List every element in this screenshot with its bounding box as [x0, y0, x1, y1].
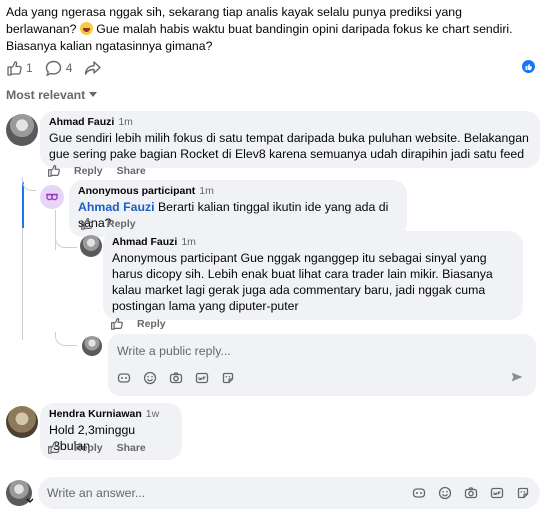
comment-author[interactable]: Ahmad Fauzi 1m	[112, 236, 514, 248]
sticker-icon[interactable]	[516, 486, 530, 500]
comment-actions: Reply	[110, 317, 166, 330]
author-name[interactable]: Anonymous participant	[78, 185, 195, 197]
thread-elbow	[55, 332, 77, 346]
share-button[interactable]: Share	[117, 442, 146, 454]
send-icon[interactable]	[510, 370, 524, 384]
avatar[interactable]	[80, 235, 102, 257]
composer-avatar	[82, 336, 102, 356]
like-icon[interactable]	[6, 60, 22, 76]
anonymous-icon	[46, 193, 58, 201]
reply-button[interactable]: Reply	[74, 442, 103, 454]
chevron-down-icon	[89, 92, 98, 97]
thread-line	[22, 182, 24, 228]
thread-elbow	[22, 177, 36, 191]
comment-author[interactable]: Anonymous participant 1m	[78, 185, 398, 197]
comment-time[interactable]: 1m	[118, 116, 133, 128]
reply-composer[interactable]: Write a public reply...	[108, 334, 536, 396]
reply-button[interactable]: Reply	[107, 218, 136, 230]
thread-elbow	[55, 236, 77, 248]
avatar-sticker-icon[interactable]	[117, 371, 131, 385]
author-name[interactable]: Hendra Kurniawan	[49, 408, 142, 420]
comment-author[interactable]: Hendra Kurniawan 1w	[49, 408, 173, 420]
thread-line	[55, 210, 56, 250]
avatar[interactable]	[6, 406, 38, 438]
avatar[interactable]	[6, 114, 38, 146]
camera-icon[interactable]	[169, 371, 183, 385]
chevron-down-icon[interactable]	[26, 498, 34, 504]
avatar-sticker-icon[interactable]	[412, 486, 426, 500]
comment-author[interactable]: Ahmad Fauzi 1m	[49, 116, 531, 128]
share-icon[interactable]	[84, 60, 102, 76]
emoji-icon[interactable]	[143, 371, 157, 385]
comment-bubble: Ahmad Fauzi 1m Anonymous participant Gue …	[103, 231, 523, 320]
like-icon[interactable]	[47, 441, 60, 454]
gif-icon[interactable]	[195, 371, 209, 385]
sort-dropdown[interactable]: Most relevant	[6, 88, 98, 102]
like-badge-icon	[522, 60, 535, 73]
author-name[interactable]: Ahmad Fauzi	[112, 236, 177, 248]
reaction-bar: 1 4	[6, 58, 102, 78]
comment-bubble: Ahmad Fauzi 1m Gue sendiri lebih milih fo…	[40, 111, 540, 168]
comment-icon[interactable]	[45, 60, 62, 77]
reply-button[interactable]: Reply	[137, 318, 166, 330]
like-icon[interactable]	[110, 317, 123, 330]
gif-icon[interactable]	[490, 486, 504, 500]
camera-icon[interactable]	[464, 486, 478, 500]
share-button[interactable]: Share	[117, 165, 146, 177]
answer-composer[interactable]: Write an answer...	[38, 477, 540, 509]
post-text: Ada yang ngerasa nggak sih, sekarang tia…	[6, 4, 524, 55]
laughing-emoji-icon	[79, 22, 93, 35]
anonymous-avatar[interactable]	[40, 185, 64, 209]
thread-line	[22, 228, 23, 340]
answer-input[interactable]: Write an answer...	[47, 486, 145, 500]
like-count: 1	[26, 61, 33, 75]
comment-count: 4	[65, 61, 73, 75]
comment-actions: Reply Share	[47, 164, 146, 177]
comment-text: Gue sendiri lebih milih fokus di satu te…	[49, 131, 529, 161]
comment-actions: Reply	[80, 217, 136, 230]
like-icon[interactable]	[47, 164, 60, 177]
reply-input[interactable]: Write a public reply...	[117, 344, 231, 358]
emoji-icon[interactable]	[438, 486, 452, 500]
mention-link[interactable]: Ahmad Fauzi	[78, 200, 155, 214]
comment-actions: Reply Share	[47, 441, 146, 454]
comment-time[interactable]: 1w	[146, 408, 159, 420]
comment-time[interactable]: 1m	[199, 185, 214, 197]
author-name[interactable]: Ahmad Fauzi	[49, 116, 114, 128]
reply-button[interactable]: Reply	[74, 165, 103, 177]
comment-time[interactable]: 1m	[181, 236, 196, 248]
sticker-icon[interactable]	[221, 371, 235, 385]
comment-text: Anonymous participant Gue nggak nganggep…	[112, 251, 493, 313]
sort-label: Most relevant	[6, 88, 86, 102]
like-icon[interactable]	[80, 217, 93, 230]
